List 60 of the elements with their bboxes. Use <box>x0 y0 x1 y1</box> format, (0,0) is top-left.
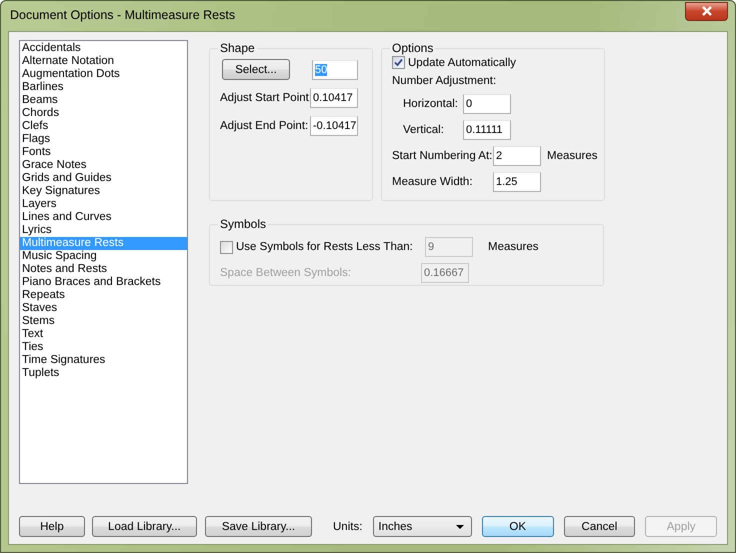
category-item[interactable]: Ties <box>20 341 187 354</box>
field-label: Space Between Symbols: <box>220 267 352 279</box>
dialog-button[interactable]: Cancel <box>564 516 636 537</box>
input-field[interactable]: 0.11111 <box>463 120 511 140</box>
category-item[interactable]: Flags <box>20 133 187 146</box>
category-item[interactable]: Barlines <box>20 81 187 94</box>
checkbox[interactable] <box>392 56 405 69</box>
group-title: Options <box>391 41 434 55</box>
dialog-button[interactable]: Save Library... <box>204 516 312 537</box>
category-item[interactable]: Music Spacing <box>20 250 187 263</box>
dialog-button[interactable]: Help <box>19 516 85 537</box>
checkbox-label: Update Automatically <box>408 56 516 68</box>
close-button[interactable] <box>685 2 728 20</box>
input-field[interactable]: 0 <box>463 94 511 114</box>
category-item[interactable]: Staves <box>20 302 187 315</box>
category-item[interactable]: Text <box>20 328 187 341</box>
category-item[interactable]: Beams <box>20 94 187 107</box>
checkbox-label: Use Symbols for Rests Less Than: <box>236 241 414 253</box>
category-item[interactable]: Tuplets <box>20 367 187 380</box>
category-item[interactable]: Key Signatures <box>20 185 187 198</box>
field-label: Horizontal: <box>403 98 459 110</box>
category-item[interactable]: Repeats <box>20 289 187 302</box>
window-title: Document Options - Multimeasure Rests <box>10 8 236 22</box>
input-field[interactable]: -0.10417 <box>310 116 358 136</box>
category-item[interactable]: Alternate Notation <box>20 55 187 68</box>
category-item[interactable]: Grids and Guides <box>20 172 187 185</box>
category-item[interactable]: Lyrics <box>20 224 187 237</box>
units-dropdown[interactable]: Inches <box>373 516 472 537</box>
input-field[interactable]: 1.25 <box>493 172 541 192</box>
category-item[interactable]: Layers <box>20 198 187 211</box>
category-item[interactable]: Clefs <box>20 120 187 133</box>
dialog-button[interactable]: OK <box>482 516 554 537</box>
field-label: Units: <box>333 520 362 532</box>
category-item[interactable]: Accidentals <box>20 42 187 55</box>
input-field[interactable]: 2 <box>493 146 541 166</box>
category-item[interactable]: Grace Notes <box>20 159 187 172</box>
category-list[interactable] <box>19 40 188 484</box>
category-item[interactable]: Augmentation Dots <box>20 68 187 81</box>
category-item[interactable]: Stems <box>20 315 187 328</box>
close-icon <box>700 6 712 16</box>
category-item[interactable]: Fonts <box>20 146 187 159</box>
unit-label: Measures <box>547 150 598 162</box>
group-title: Symbols <box>219 217 268 231</box>
select-button[interactable]: Select... <box>222 59 290 80</box>
field-label: Adjust Start Point: <box>220 92 310 104</box>
dialog-button[interactable]: Load Library... <box>92 516 197 537</box>
category-item[interactable]: Time Signatures <box>20 354 187 367</box>
field-label: Start Numbering At: <box>392 150 493 162</box>
group-title: Shape <box>219 41 256 55</box>
input-field[interactable]: 0.10417 <box>310 88 358 108</box>
unit-label: Measures <box>488 241 538 253</box>
field-label: Adjust End Point: <box>220 120 310 132</box>
category-item[interactable]: Piano Braces and Brackets <box>20 276 187 289</box>
category-item[interactable]: Notes and Rests <box>20 263 187 276</box>
category-item[interactable]: Chords <box>20 107 187 120</box>
field-label: Vertical: <box>403 124 445 136</box>
field-label: Measure Width: <box>392 176 474 188</box>
caret-icon <box>456 524 464 528</box>
category-item[interactable]: Lines and Curves <box>20 211 187 224</box>
section-label: Number Adjustment: <box>392 75 496 87</box>
